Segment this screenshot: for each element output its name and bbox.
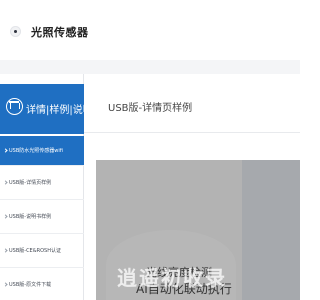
sidebar-item-detail-sample[interactable]: USB版-详情页样例 bbox=[0, 166, 84, 200]
chevron-right-icon bbox=[3, 282, 8, 287]
page-title: USB版-详情页样例 bbox=[108, 103, 193, 114]
sidebar-item-label: USB版-说明书样例 bbox=[9, 214, 52, 220]
header-divider bbox=[0, 60, 300, 74]
sidebar-item-source-download[interactable]: USB版-原文件下载 bbox=[0, 268, 84, 300]
watermark-text: 逍遥初收录 bbox=[117, 266, 227, 290]
sidebar-item-certification[interactable]: USB版-CE&ROSH认证 bbox=[0, 234, 84, 268]
sidebar-item-label: USB版-原文件下载 bbox=[9, 282, 52, 288]
sidebar-item-usb-waterproof-sensor[interactable]: USB防水光照传感器wifi bbox=[0, 136, 84, 166]
banner-side-panel bbox=[242, 160, 300, 300]
sidebar-title: 详情|样例|说明 bbox=[26, 105, 93, 116]
sidebar-item-manual-sample[interactable]: USB版-说明书样例 bbox=[0, 200, 84, 234]
chevron-right-icon bbox=[3, 148, 8, 153]
sidebar-item-label: USB防水光照传感器wifi bbox=[9, 148, 63, 154]
building-icon bbox=[6, 98, 23, 115]
sidebar-item-label: USB版-CE&ROSH认证 bbox=[9, 248, 61, 254]
sidebar-item-label: USB版-详情页样例 bbox=[9, 180, 52, 186]
sidebar-header: 详情|样例|说明 bbox=[0, 84, 93, 134]
divider bbox=[84, 132, 300, 133]
chevron-right-icon bbox=[3, 180, 8, 185]
logo-icon[interactable] bbox=[10, 26, 21, 37]
sidebar-menu: USB防水光照传感器wifi USB版-详情页样例 USB版-说明书样例 USB… bbox=[0, 136, 84, 300]
sidebar: 详情|样例|说明 USB防水光照传感器wifi USB版-详情页样例 USB版-… bbox=[0, 74, 93, 300]
chevron-right-icon bbox=[3, 248, 8, 253]
site-title[interactable]: 光照传感器 bbox=[31, 24, 89, 40]
site-header: 光照传感器 bbox=[0, 0, 300, 60]
chevron-right-icon bbox=[3, 214, 8, 219]
